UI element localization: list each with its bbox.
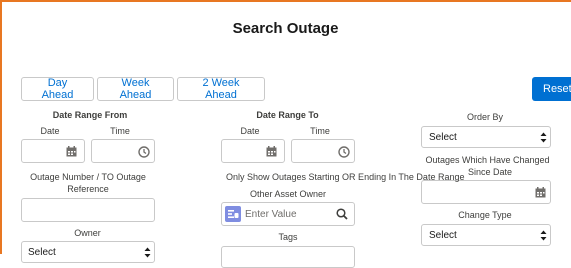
owner-label: Owner: [74, 228, 101, 238]
two-week-ahead-button[interactable]: 2 Week Ahead: [177, 77, 265, 101]
calendar-icon[interactable]: [66, 146, 77, 157]
day-ahead-button[interactable]: Day Ahead: [21, 77, 94, 101]
outage-number-label-line2: Reference: [67, 184, 109, 194]
page-title: Search Outage: [232, 20, 339, 37]
tags-label: Tags: [278, 232, 298, 242]
date-range-from-heading: Date Range From: [52, 110, 128, 120]
chevron-updown-icon: [144, 247, 151, 258]
only-show-note: Only Show Outages Starting OR Ending In …: [226, 172, 465, 182]
order-by-value: Select: [429, 132, 457, 143]
from-date-label: Date: [40, 126, 60, 136]
clock-icon[interactable]: [138, 146, 150, 158]
chevron-updown-icon: [540, 132, 547, 143]
from-time-label: Time: [110, 126, 130, 136]
to-time-input[interactable]: [291, 139, 355, 163]
outages-changed-label-line2: Since Date: [467, 167, 513, 177]
calendar-icon[interactable]: [266, 146, 277, 157]
order-by-label: Order By: [466, 112, 503, 122]
to-date-input[interactable]: [221, 139, 285, 163]
outages-changed-label: Outages Which Have Changed: [415, 154, 560, 166]
week-ahead-button[interactable]: Week Ahead: [97, 77, 174, 101]
outage-number-label-line1: Outage Number / TO Outage: [30, 172, 146, 182]
search-icon[interactable]: [336, 208, 348, 220]
outages-changed-label-line1: Outages Which Have Changed: [425, 155, 550, 165]
tags-input[interactable]: [221, 246, 355, 268]
outage-number-input[interactable]: [21, 198, 155, 222]
from-date-input[interactable]: [21, 139, 85, 163]
changed-since-date-input[interactable]: [421, 180, 551, 204]
record-icon: [225, 206, 241, 222]
clock-icon[interactable]: [338, 146, 350, 158]
to-date-label: Date: [240, 126, 260, 136]
change-type-label: Change Type: [458, 210, 512, 220]
order-by-select[interactable]: Select: [421, 126, 551, 148]
change-type-select[interactable]: Select: [421, 224, 551, 246]
other-asset-owner-lookup[interactable]: Enter Value: [221, 202, 355, 226]
other-asset-owner-label: Other Asset Owner: [249, 189, 327, 199]
reset-button[interactable]: Reset: [532, 77, 571, 101]
chevron-updown-icon: [540, 230, 547, 241]
change-type-value: Select: [429, 230, 457, 241]
other-asset-owner-placeholder: Enter Value: [245, 209, 297, 220]
calendar-icon[interactable]: [535, 187, 546, 198]
date-range-to-heading: Date Range To: [256, 110, 319, 120]
to-time-label: Time: [310, 126, 330, 136]
owner-value: Select: [28, 247, 56, 258]
from-time-input[interactable]: [91, 139, 155, 163]
owner-select[interactable]: Select: [21, 241, 155, 263]
